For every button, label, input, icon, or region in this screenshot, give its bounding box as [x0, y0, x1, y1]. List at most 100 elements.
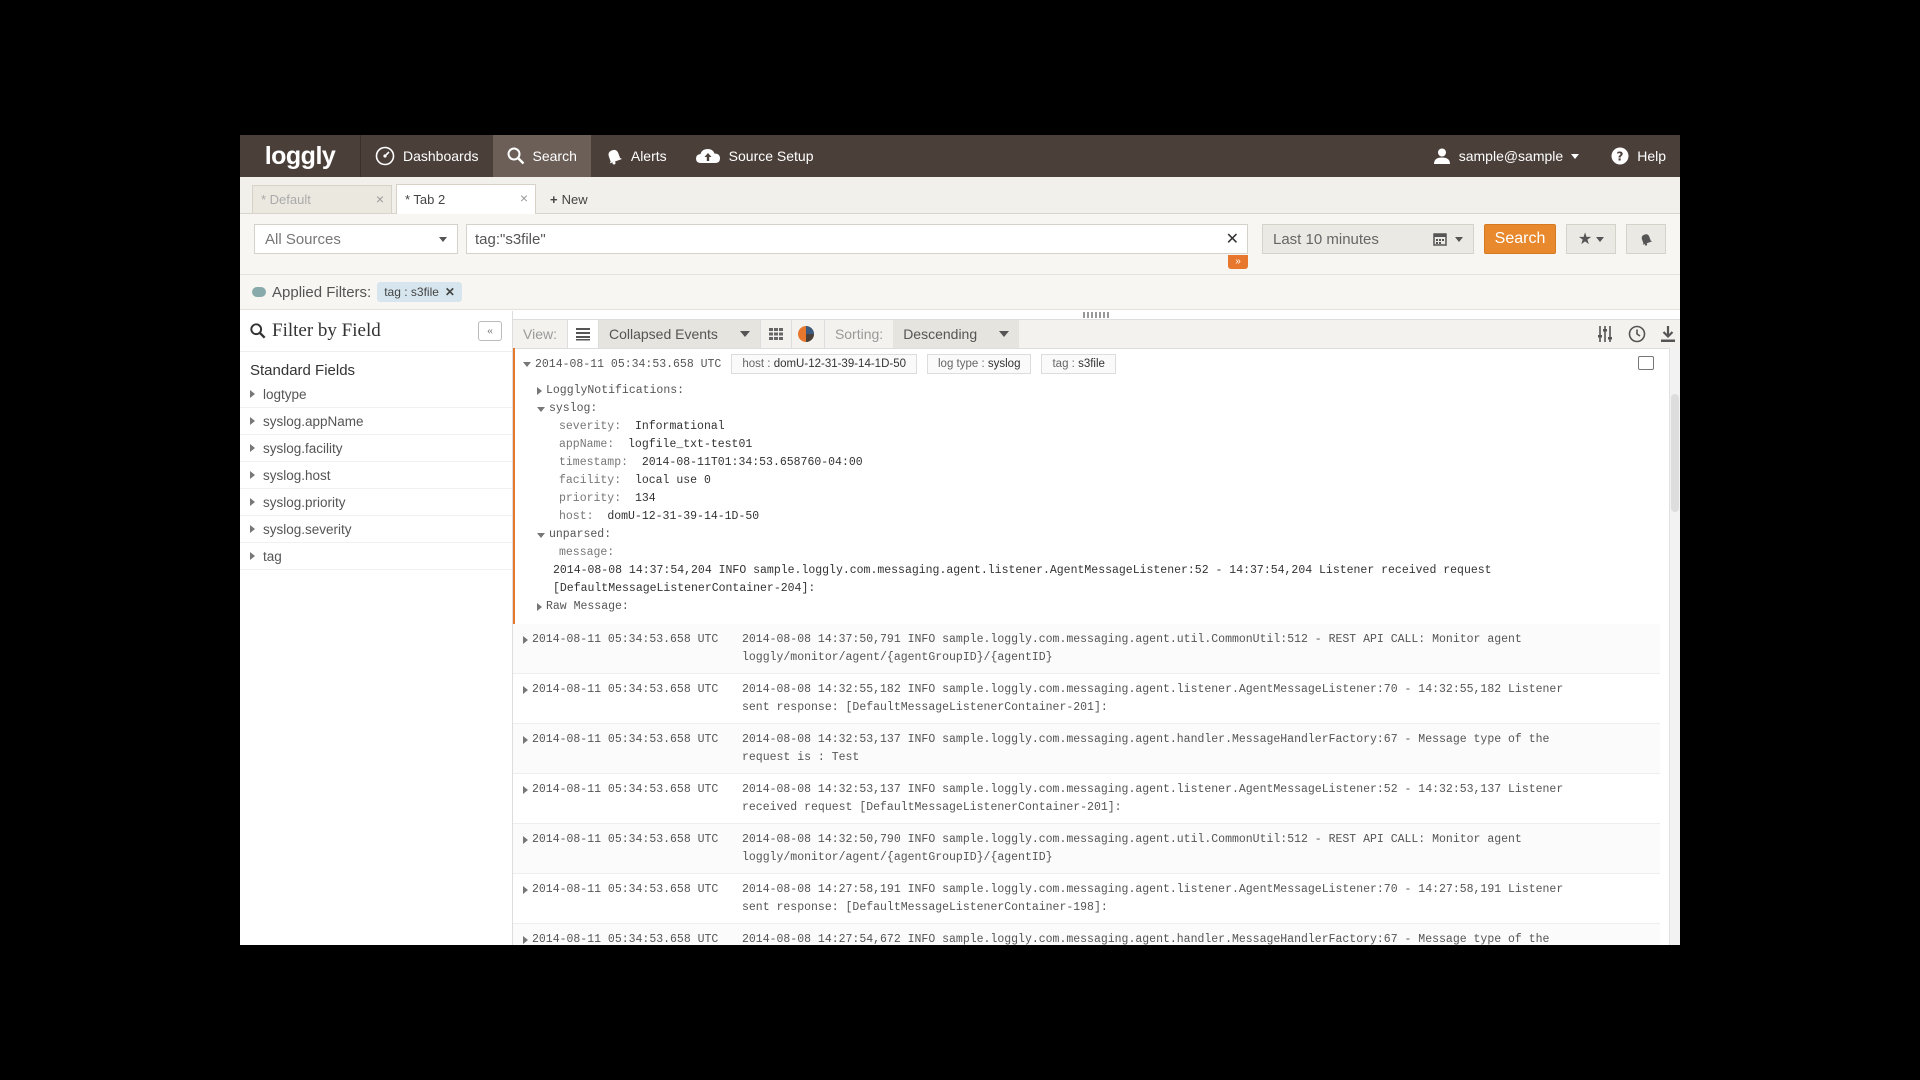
- saved-searches-button[interactable]: ★: [1566, 224, 1616, 254]
- event-timestamp: 2014-08-11 05:34:53.658 UTC: [532, 633, 719, 646]
- field-item[interactable]: syslog.host: [240, 462, 512, 489]
- search-button[interactable]: Search: [1484, 224, 1556, 254]
- view-select[interactable]: Collapsed Events: [598, 320, 760, 348]
- field-value: 2014-08-11T01:34:53.658760-04:00: [641, 456, 863, 469]
- nav-dashboards[interactable]: Dashboards: [361, 135, 493, 177]
- event-message-line-2: loggly/monitor/agent/{agentGroupID}/{age…: [742, 851, 1053, 864]
- syslog-field-row[interactable]: severity: Informational: [559, 418, 1660, 436]
- event-message-line-1: 2014-08-08 14:27:58,191 INFO sample.logg…: [742, 883, 1564, 896]
- field-item[interactable]: logtype: [240, 381, 512, 408]
- syslog-field-row[interactable]: timestamp: 2014-08-11T01:34:53.658760-04…: [559, 454, 1660, 472]
- chevron-down-icon: [439, 236, 447, 242]
- expand-event-icon[interactable]: [523, 686, 528, 694]
- tab-2[interactable]: * Tab 2 ×: [396, 184, 536, 214]
- nav-source-setup[interactable]: Source Setup: [681, 135, 828, 177]
- field-value: domU-12-31-39-14-1D-50: [607, 510, 760, 523]
- download-icon[interactable]: [1660, 325, 1676, 343]
- expand-event-icon[interactable]: [523, 836, 528, 844]
- filter-chip[interactable]: tag : s3file ✕: [377, 282, 462, 302]
- expand-event-icon[interactable]: [523, 936, 528, 944]
- settings-sliders-icon[interactable]: [1596, 325, 1614, 343]
- toggle-icon[interactable]: [252, 287, 266, 297]
- search-tabs: * Default × * Tab 2 × + New: [240, 177, 1680, 214]
- search-input[interactable]: tag:"s3file" ✕: [466, 224, 1248, 254]
- resize-handle[interactable]: [1083, 312, 1111, 318]
- chart-view-icon[interactable]: [790, 320, 820, 348]
- syslog-field-row[interactable]: facility: local use 0: [559, 472, 1660, 490]
- nav-alerts[interactable]: Alerts: [591, 135, 681, 177]
- field-name: tag: [263, 548, 282, 564]
- tab-default-label: * Default: [261, 192, 311, 207]
- expand-event-icon[interactable]: [523, 736, 528, 744]
- event-row[interactable]: 2014-08-11 05:34:53.658 UTC 2014-08-08 14…: [513, 874, 1660, 924]
- clock-icon[interactable]: [1628, 325, 1646, 343]
- expand-event-icon[interactable]: [523, 886, 528, 894]
- view-mode[interactable]: Collapsed Events: [566, 320, 824, 348]
- tab-default[interactable]: * Default ×: [252, 185, 392, 213]
- collapse-event-icon[interactable]: [523, 361, 531, 367]
- tree-node-raw-message[interactable]: Raw Message:: [537, 598, 1660, 616]
- event-message-line-1: 2014-08-08 14:32:53,137 INFO sample.logg…: [742, 783, 1564, 796]
- expand-icon: [250, 525, 255, 533]
- new-tab-button[interactable]: + New: [540, 185, 598, 213]
- main-area: Filter by Field « Standard Fields logtyp…: [240, 311, 1680, 945]
- event-message: 2014-08-08 14:32:50,790 INFO sample.logg…: [742, 831, 1622, 867]
- nav-search[interactable]: Search: [492, 135, 591, 177]
- grid-icon[interactable]: [759, 320, 791, 348]
- field-item[interactable]: syslog.priority: [240, 489, 512, 516]
- create-alert-button[interactable]: [1626, 224, 1666, 254]
- events-panel: View: Collapsed Events Sorting: Descendi…: [513, 311, 1680, 945]
- close-icon[interactable]: ×: [376, 191, 384, 207]
- event-row[interactable]: 2014-08-11 05:34:53.658 UTC 2014-08-08 14…: [513, 774, 1660, 824]
- event-row[interactable]: 2014-08-11 05:34:53.658 UTC 2014-08-08 14…: [513, 824, 1660, 874]
- expand-query-button[interactable]: »: [1228, 255, 1248, 269]
- events-scrollbar[interactable]: [1669, 348, 1680, 945]
- new-tab-label: New: [561, 191, 588, 207]
- host-chip[interactable]: host : domU-12-31-39-14-1D-50: [731, 354, 917, 374]
- syslog-field-row[interactable]: appName: logfile_txt-test01: [559, 436, 1660, 454]
- tag-chip[interactable]: tag : s3file: [1041, 354, 1116, 374]
- tree-node-notifications[interactable]: LogglyNotifications:: [537, 382, 1660, 400]
- expand-event-icon[interactable]: [523, 786, 528, 794]
- expanded-event[interactable]: 2014-08-11 05:34:53.658 UTC host : domU-…: [513, 348, 1660, 624]
- syslog-fields: severity: Informational appName: logfile_…: [559, 418, 1660, 526]
- tree-node-unparsed[interactable]: unparsed:: [537, 526, 1660, 544]
- event-timestamp: 2014-08-11 05:34:53.658 UTC: [532, 783, 719, 796]
- event-row[interactable]: 2014-08-11 05:34:53.658 UTC 2014-08-08 14…: [513, 924, 1660, 945]
- clear-icon[interactable]: ✕: [1226, 229, 1239, 249]
- logtype-chip[interactable]: log type : syslog: [927, 354, 1032, 374]
- scroll-thumb[interactable]: [1671, 394, 1679, 512]
- sorting-select[interactable]: Descending: [893, 320, 1020, 348]
- search-query-text: tag:"s3file": [475, 230, 546, 248]
- applied-filters: Applied Filters: tag : s3file ✕: [240, 275, 1680, 310]
- image-icon[interactable]: [1638, 356, 1654, 370]
- syslog-field-row[interactable]: priority: 134: [559, 490, 1660, 508]
- expand-event-icon[interactable]: [523, 636, 528, 644]
- field-item[interactable]: tag: [240, 543, 512, 570]
- unparsed-label: unparsed:: [549, 528, 612, 541]
- event-timestamp: 2014-08-11 05:34:53.658 UTC: [532, 683, 719, 696]
- field-item[interactable]: syslog.severity: [240, 516, 512, 543]
- syslog-field-row[interactable]: host: domU-12-31-39-14-1D-50: [559, 508, 1660, 526]
- loggly-logo[interactable]: loggly: [240, 135, 361, 177]
- tree-node-syslog[interactable]: syslog:: [537, 400, 1660, 418]
- cloud-upload-icon: [695, 149, 720, 163]
- sources-select[interactable]: All Sources: [254, 224, 458, 254]
- event-row[interactable]: 2014-08-11 05:34:53.658 UTC 2014-08-08 14…: [513, 724, 1660, 774]
- list-icon[interactable]: [567, 320, 599, 348]
- message-field: message:: [559, 544, 1660, 562]
- event-row[interactable]: 2014-08-11 05:34:53.658 UTC 2014-08-08 14…: [513, 624, 1660, 674]
- collapse-sidebar-button[interactable]: «: [478, 321, 502, 341]
- time-range-select[interactable]: Last 10 minutes: [1262, 224, 1474, 254]
- close-icon[interactable]: ×: [520, 190, 528, 206]
- close-icon[interactable]: ✕: [445, 285, 455, 299]
- field-item[interactable]: syslog.appName: [240, 408, 512, 435]
- bell-icon: [608, 149, 622, 165]
- user-menu[interactable]: sample@sample: [1419, 135, 1597, 177]
- field-explorer-header: Filter by Field «: [240, 311, 512, 352]
- event-row[interactable]: 2014-08-11 05:34:53.658 UTC 2014-08-08 14…: [513, 674, 1660, 724]
- field-key: timestamp:: [559, 456, 629, 469]
- help-link[interactable]: ? Help: [1597, 135, 1680, 177]
- expand-icon: [250, 498, 255, 506]
- field-item[interactable]: syslog.facility: [240, 435, 512, 462]
